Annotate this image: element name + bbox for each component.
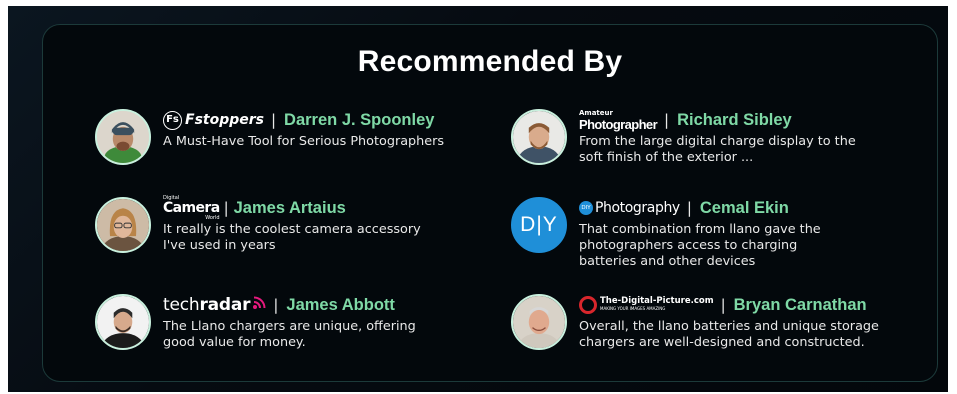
techradar-logo: tech radar [163,295,266,315]
digital-camera-logo: Digital Camera World [163,194,220,221]
avatar [511,109,567,165]
diy-avatar-text: D|Y [520,213,558,236]
avatar [95,294,151,350]
reviewer-name: James Artaius [233,198,346,217]
avatar [95,109,151,165]
separator: | [664,111,670,129]
recommendation-item: Amateur Photographer | Richard Sibley Fr… [511,109,879,166]
diy-photography-logo: DIY Photography [579,200,680,216]
separator: | [720,296,726,314]
separator: | [270,111,277,129]
quote: From the large digital charge display to… [579,134,856,165]
separator: | [273,296,279,314]
recommendation-item: Digital Camera World | James Artaius It … [95,194,463,254]
quote: It really is the coolest camera accessor… [163,222,421,253]
separator: | [686,199,692,217]
reviewer-name: James Abbott [286,295,395,314]
quote: A Must-Have Tool for Serious Photographe… [163,134,445,149]
quote: Overall, the llano batteries and unique … [579,319,879,350]
section-title: Recommended By [357,45,623,78]
techradar-signal-icon [252,295,266,315]
testimonials-section: Recommended By Fs Fstoppers | Darren J. … [8,6,948,392]
separator: | [223,199,229,217]
recommendation-item: The-Digital-Picture.com MAKING YOUR IMAG… [511,294,899,351]
recommendation-item: Fs Fstoppers | Darren J. Spoonley A Must… [95,109,483,165]
avatar [95,197,151,253]
avatar [511,294,567,350]
fstoppers-icon: Fs [163,110,182,130]
amateur-photographer-logo: Amateur Photographer [579,109,658,132]
fstoppers-logo: Fs Fstoppers [163,110,264,130]
reviewer-name: Cemal Ekin [699,198,789,217]
quote: The Llano chargers are unique, offering … [163,319,416,350]
diy-badge: DIY [579,201,593,215]
reviewer-name: Bryan Carnathan [733,295,867,314]
the-digital-picture-logo: The-Digital-Picture.com MAKING YOUR IMAG… [579,296,714,314]
reviewer-name: Richard Sibley [677,110,792,129]
recommended-panel: Recommended By Fs Fstoppers | Darren J. … [42,24,938,382]
recommendation-item: D|Y DIY Photography | Cemal Ekin That co… [511,197,879,270]
the-digital-picture-icon [579,296,597,314]
recommendation-item: tech radar | James Abbott The Llano char… [95,294,463,351]
quote: That combination from llano gave the pho… [579,222,821,269]
reviewer-name: Darren J. Spoonley [284,110,435,129]
diy-avatar: D|Y [511,197,567,253]
